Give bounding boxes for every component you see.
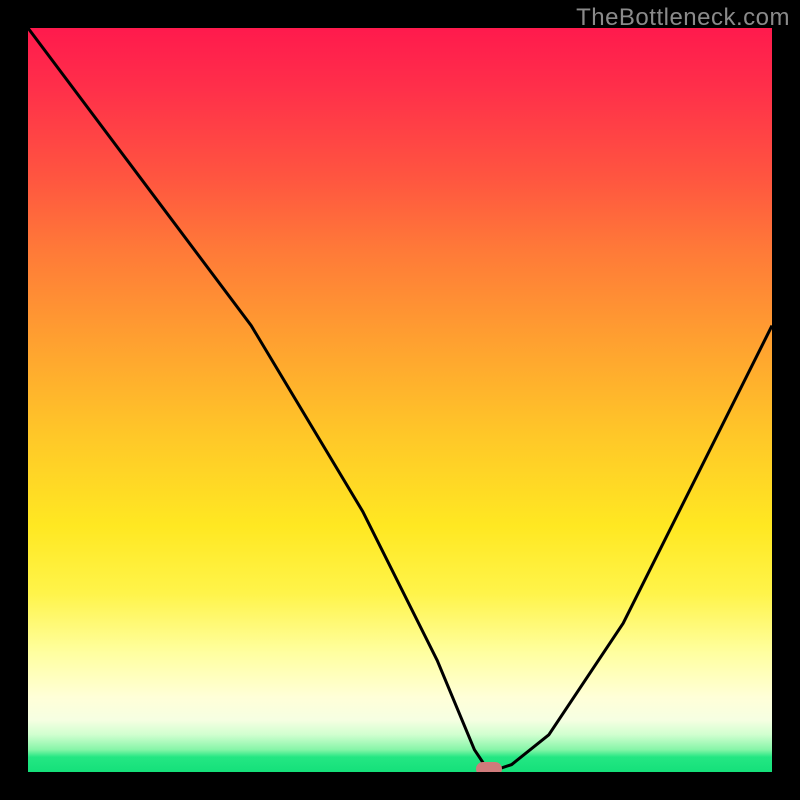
optimal-marker <box>476 762 502 772</box>
bottleneck-curve <box>28 28 772 772</box>
chart-frame: TheBottleneck.com <box>0 0 800 800</box>
watermark-text: TheBottleneck.com <box>576 4 790 32</box>
plot-area <box>28 28 772 772</box>
curve-path <box>28 28 772 772</box>
